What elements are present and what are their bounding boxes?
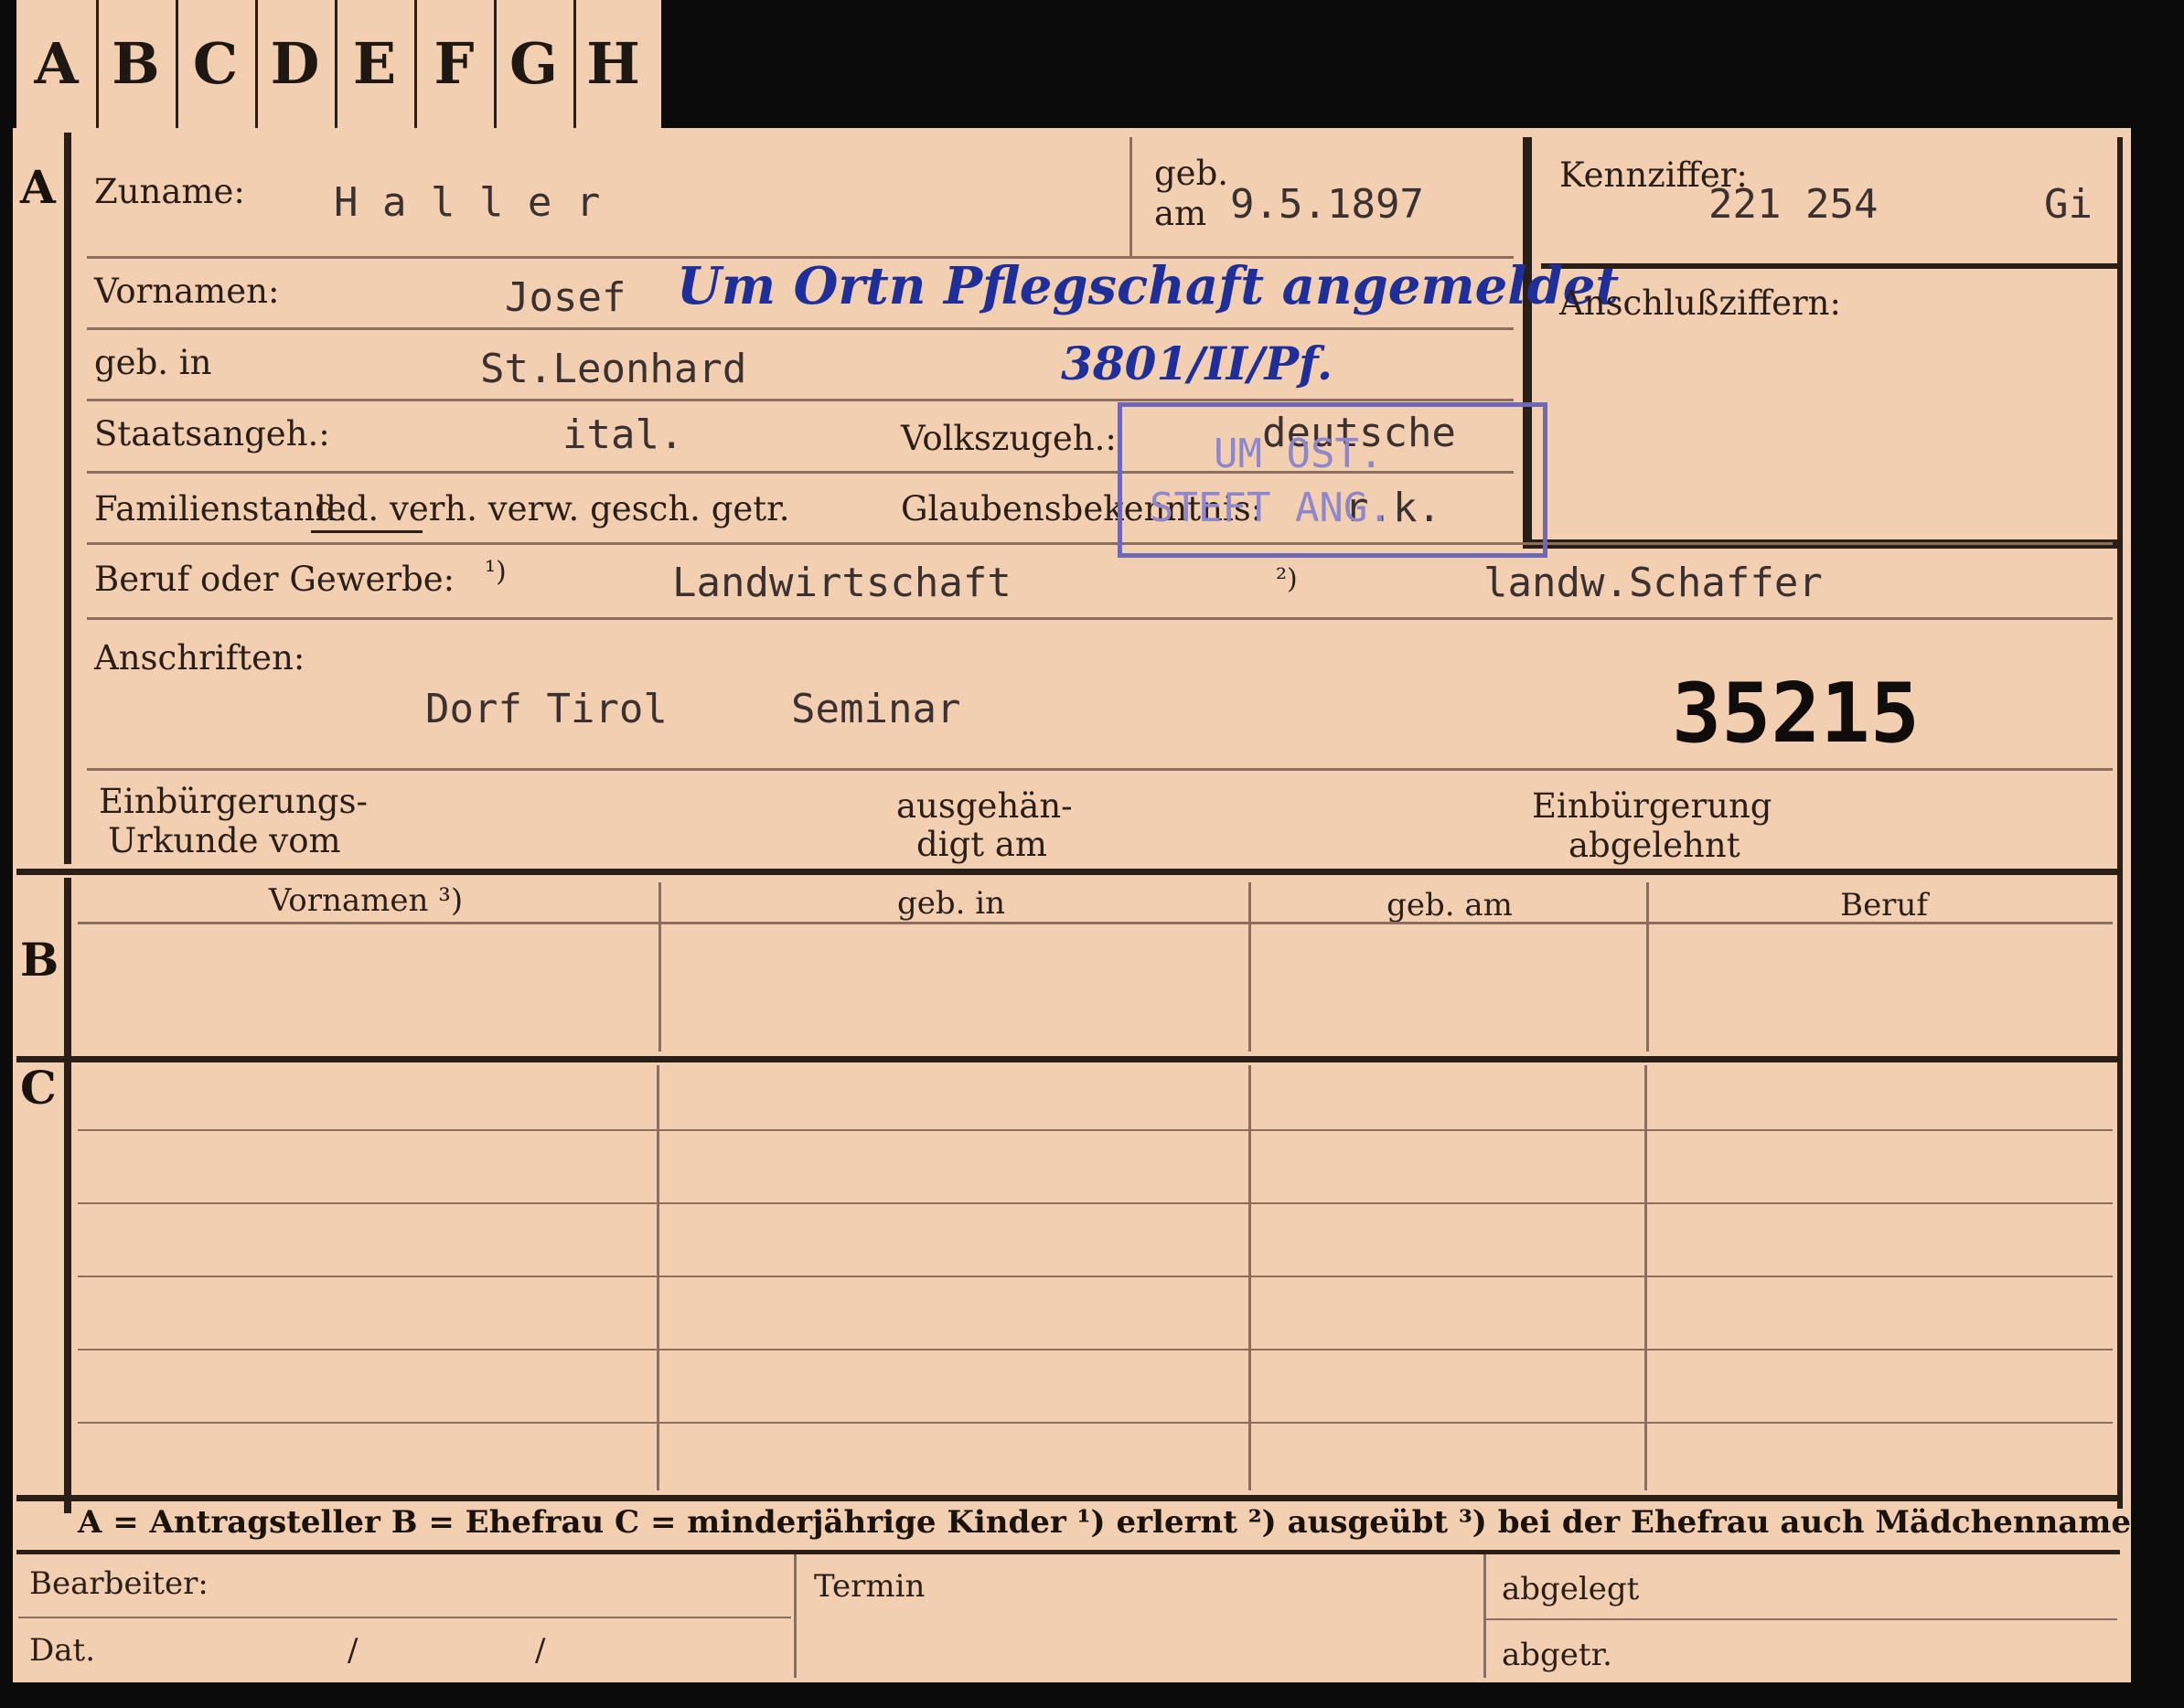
dat-separator-2: / bbox=[535, 1632, 546, 1669]
section-b-top-line bbox=[16, 869, 2120, 875]
beruf-label: Beruf oder Gewerbe: bbox=[94, 560, 455, 599]
row-line bbox=[87, 542, 2113, 545]
column-divider bbox=[658, 882, 661, 1051]
table-header-line bbox=[78, 922, 2113, 924]
einbuergerung-abgelehnt-label-1: Einbürgerung bbox=[1532, 786, 1772, 826]
footer-line bbox=[1486, 1618, 2117, 1620]
anschrift-zusatz: Seminar bbox=[791, 686, 961, 732]
register-tabs: A B C D E F G H bbox=[16, 0, 661, 128]
geb-am-label-bottom: am bbox=[1154, 194, 1207, 233]
footer-divider bbox=[1483, 1554, 1486, 1678]
column-header-beruf: Beruf bbox=[1840, 887, 1928, 923]
office-stamp: UM OST. STEFT ANG. bbox=[1118, 402, 1547, 558]
column-header-vornamen: Vornamen ³) bbox=[268, 882, 464, 919]
anschlussziffern-label: Anschlußziffern: bbox=[1559, 283, 1841, 323]
section-b-label: B bbox=[20, 933, 59, 987]
einbuergerung-abgelehnt-label-2: abgelehnt bbox=[1568, 826, 1740, 865]
tab-f: F bbox=[414, 0, 497, 128]
einbuergerung-urkunde-label-2: Urkunde vom bbox=[108, 821, 341, 860]
section-bc-divider bbox=[64, 878, 71, 1513]
anschriften-label: Anschriften: bbox=[94, 638, 305, 678]
legend-top-line bbox=[16, 1495, 2120, 1501]
vornamen-label: Vornamen: bbox=[94, 272, 280, 311]
handwritten-reference: 3801/II/Pf. bbox=[1061, 336, 1333, 390]
tab-h: H bbox=[586, 30, 640, 97]
section-c-top-line bbox=[16, 1056, 2120, 1062]
kennziffer-suffix: Gi bbox=[2044, 181, 2093, 228]
abgelegt-label: abgelegt bbox=[1502, 1571, 1640, 1607]
staatsangeh-label: Staatsangeh.: bbox=[94, 414, 330, 454]
familienstand-ledig-underline bbox=[311, 530, 423, 533]
geb-am-value: 9.5.1897 bbox=[1230, 181, 1424, 228]
stamp-line-2: STEFT ANG. bbox=[1150, 485, 1392, 531]
child-row-line bbox=[78, 1129, 2113, 1131]
section-c-label: C bbox=[20, 1061, 57, 1115]
ausgehaendigt-label-1: ausgehän- bbox=[896, 786, 1073, 826]
kennziffer-value: 221 254 bbox=[1708, 181, 1879, 228]
beruf-footnote-2: ²) bbox=[1276, 563, 1298, 595]
tab-c: C bbox=[176, 0, 258, 128]
abgetragen-label: abgetr. bbox=[1502, 1637, 1612, 1673]
vornamen-value: Josef bbox=[505, 274, 626, 321]
column-divider bbox=[1646, 882, 1649, 1051]
geb-in-value: St.Leonhard bbox=[480, 346, 747, 392]
row-line bbox=[87, 399, 1514, 401]
zuname-value: H a l l e r bbox=[334, 179, 601, 226]
section-a-divider bbox=[64, 133, 71, 864]
dat-label: Dat. bbox=[29, 1632, 96, 1669]
footer-divider bbox=[794, 1554, 797, 1678]
kennziffer-underline bbox=[1541, 263, 2117, 269]
handwritten-note: Um Ortn Pflegschaft angemeldet bbox=[677, 256, 1620, 316]
row-line bbox=[87, 768, 2113, 771]
legend: A = Antragsteller B = Ehefrau C = minder… bbox=[78, 1504, 2131, 1541]
stamp-line-1: UM OST. bbox=[1214, 431, 1384, 477]
dat-separator-1: / bbox=[348, 1632, 359, 1669]
geb-in-label: geb. in bbox=[94, 343, 212, 382]
anschrift-ort: Dorf Tirol bbox=[425, 686, 668, 732]
familienstand-label: Familienstand: bbox=[94, 489, 348, 528]
staatsangeh-value: ital. bbox=[562, 411, 684, 458]
termin-label: Termin bbox=[814, 1568, 926, 1605]
geb-am-divider bbox=[1129, 137, 1132, 256]
child-row-line bbox=[78, 1349, 2113, 1350]
ausgehaendigt-label-2: digt am bbox=[916, 825, 1047, 864]
tab-b: B bbox=[96, 0, 178, 128]
tab-g: G bbox=[494, 0, 576, 128]
child-row-line bbox=[78, 1276, 2113, 1277]
volkszugeh-label: Volkszugeh.: bbox=[901, 419, 1117, 458]
beruf-ausgeuebt-value: landw.Schaffer bbox=[1483, 560, 1823, 606]
zuname-label: Zuname: bbox=[94, 172, 245, 211]
geb-am-label-top: geb. bbox=[1154, 154, 1229, 193]
beruf-footnote-1: ¹) bbox=[485, 556, 507, 588]
tab-a: A bbox=[16, 0, 99, 128]
row-line bbox=[87, 327, 1514, 330]
tab-e: E bbox=[335, 0, 417, 128]
column-header-geb-in: geb. in bbox=[896, 885, 1006, 922]
tab-d: D bbox=[255, 0, 337, 128]
familienstand-options: led. verh. verw. gesch. getr. bbox=[316, 489, 790, 528]
column-header-geb-am: geb. am bbox=[1386, 887, 1513, 923]
row-line bbox=[87, 617, 2113, 620]
footer-line bbox=[18, 1617, 791, 1618]
child-row-line bbox=[78, 1202, 2113, 1204]
einbuergerung-urkunde-label-1: Einbürgerungs- bbox=[99, 782, 368, 821]
section-a-label: A bbox=[20, 160, 56, 214]
beruf-erlernt-value: Landwirtschaft bbox=[672, 560, 1012, 606]
file-number-stamp: 35215 bbox=[1672, 666, 1920, 762]
right-border bbox=[2117, 137, 2123, 1509]
bearbeiter-label: Bearbeiter: bbox=[29, 1565, 209, 1602]
column-divider bbox=[1248, 882, 1251, 1051]
legend-bottom-line bbox=[16, 1550, 2120, 1554]
child-row-line bbox=[78, 1422, 2113, 1424]
